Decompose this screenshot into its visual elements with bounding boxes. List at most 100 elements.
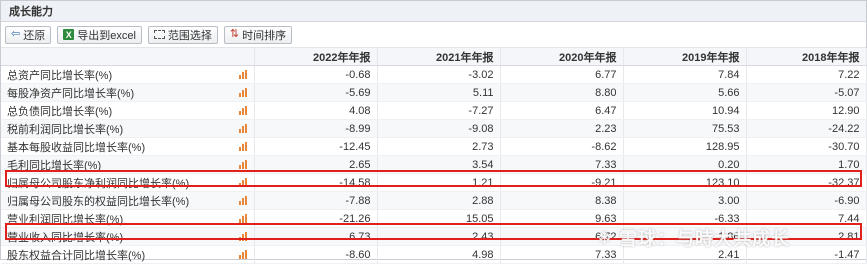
value-cell: -8.60 xyxy=(254,245,378,264)
value-cell: 3.00 xyxy=(623,191,747,210)
value-cell: 4.08 xyxy=(254,101,378,120)
row-label-cell: 营业收入同比增长率(%) xyxy=(1,227,255,246)
bar-chart-icon[interactable] xyxy=(238,124,249,133)
toolbar: ⇦ 还原 X 导出到excel 范围选择 ⇅ 时间排序 xyxy=(1,22,866,48)
range-select-icon xyxy=(153,30,165,39)
bar-chart-icon[interactable] xyxy=(238,214,249,223)
table-row: 每股净资产同比增长率(%) -5.69 5.11 8.80 5.66 -5.07 xyxy=(1,83,867,102)
value-cell: -30.70 xyxy=(746,137,867,156)
table-row: 毛利同比增长率(%) 2.65 3.54 7.33 0.20 1.70 xyxy=(1,155,867,174)
row-label: 总资产同比增长率(%) xyxy=(7,69,113,82)
table-row: 税前利润同比增长率(%) -8.99 -9.08 2.23 75.53 -24.22 xyxy=(1,119,867,138)
value-cell: -8.62 xyxy=(500,137,624,156)
value-cell: 6.47 xyxy=(500,101,624,120)
value-cell: 123.10 xyxy=(623,173,747,192)
value-cell: 10.94 xyxy=(623,101,747,120)
watermark-text: 雪球：与時大共成长 xyxy=(619,229,791,249)
row-label: 每股净资产同比增长率(%) xyxy=(7,87,135,100)
row-label: 毛利同比增长率(%) xyxy=(7,159,102,172)
row-label-cell: 营业利润同比增长率(%) xyxy=(1,209,255,228)
table-row: 归属母公司股东的权益同比增长率(%) -7.88 2.88 8.38 3.00 -6.90 xyxy=(1,191,867,210)
bar-chart-icon[interactable] xyxy=(238,232,249,241)
bar-chart-icon[interactable] xyxy=(238,142,249,151)
bar-chart-icon[interactable] xyxy=(238,70,249,79)
row-label-cell: 税前利润同比增长率(%) xyxy=(1,119,255,138)
row-label: 营业利润同比增长率(%) xyxy=(7,213,124,226)
value-cell: -5.69 xyxy=(254,83,378,102)
header-label-cell xyxy=(1,48,255,66)
value-cell: 4.98 xyxy=(377,245,501,264)
sort-button-label: 时间排序 xyxy=(242,29,287,42)
row-label: 归属母公司股东净利润同比增长率(%) xyxy=(7,177,190,190)
value-cell: -24.22 xyxy=(746,119,867,138)
value-cell: 75.53 xyxy=(623,119,747,138)
value-cell: 5.66 xyxy=(623,83,747,102)
value-cell: 7.22 xyxy=(746,65,867,84)
range-select-button[interactable]: 范围选择 xyxy=(147,25,218,44)
row-label: 税前利润同比增长率(%) xyxy=(7,123,124,136)
bar-chart-icon[interactable] xyxy=(238,178,249,187)
time-sort-button[interactable]: ⇅ 时间排序 xyxy=(223,25,293,44)
value-cell: -7.88 xyxy=(254,191,378,210)
bar-chart-icon[interactable] xyxy=(238,160,249,169)
value-cell: 1.70 xyxy=(746,155,867,174)
value-cell: 15.05 xyxy=(377,209,501,228)
export-button-label: 导出到excel xyxy=(77,29,136,42)
value-cell: 5.11 xyxy=(377,83,501,102)
value-cell: 2.73 xyxy=(377,137,501,156)
row-label-cell: 总负债同比增长率(%) xyxy=(1,101,255,120)
value-cell: 2.43 xyxy=(377,227,501,246)
back-arrow-icon: ⇦ xyxy=(11,28,21,40)
bar-chart-icon[interactable] xyxy=(238,196,249,205)
value-cell: 6.73 xyxy=(254,227,378,246)
row-label: 营业收入同比增长率(%) xyxy=(7,231,124,244)
row-label-cell: 归属母公司股东净利润同比增长率(%) xyxy=(1,173,255,192)
value-cell: -7.27 xyxy=(377,101,501,120)
value-cell: 8.38 xyxy=(500,191,624,210)
bar-chart-icon[interactable] xyxy=(238,106,249,115)
value-cell: -21.26 xyxy=(254,209,378,228)
row-label-cell: 总资产同比增长率(%) xyxy=(1,65,255,84)
value-cell: 2.88 xyxy=(377,191,501,210)
header-year-2021[interactable]: 2021年年报 xyxy=(377,48,501,66)
value-cell: 3.54 xyxy=(377,155,501,174)
value-cell: -8.99 xyxy=(254,119,378,138)
bar-chart-icon[interactable] xyxy=(238,250,249,259)
header-year-2018[interactable]: 2018年年报 xyxy=(746,48,867,66)
sort-icon: ⇅ xyxy=(229,28,240,40)
row-label-cell: 基本每股收益同比增长率(%) xyxy=(1,137,255,156)
row-label: 基本每股收益同比增长率(%) xyxy=(7,141,146,154)
value-cell: 12.90 xyxy=(746,101,867,120)
value-cell: 8.80 xyxy=(500,83,624,102)
value-cell: 6.77 xyxy=(500,65,624,84)
excel-icon: X xyxy=(63,29,75,40)
back-button[interactable]: ⇦ 还原 xyxy=(5,25,52,44)
row-label: 归属母公司股东的权益同比增长率(%) xyxy=(7,195,190,208)
value-cell: -3.02 xyxy=(377,65,501,84)
growth-capability-panel: 成长能力 ⇦ 还原 X 导出到excel 范围选择 ⇅ 时间排序 2022年年报 xyxy=(0,0,867,264)
value-cell: -5.07 xyxy=(746,83,867,102)
export-excel-button[interactable]: X 导出到excel xyxy=(57,25,142,44)
value-cell: 128.95 xyxy=(623,137,747,156)
table-row: 总负债同比增长率(%) 4.08 -7.27 6.47 10.94 12.90 xyxy=(1,101,867,120)
value-cell: -14.58 xyxy=(254,173,378,192)
value-cell: 1.21 xyxy=(377,173,501,192)
row-label-cell: 归属母公司股东的权益同比增长率(%) xyxy=(1,191,255,210)
table-row: 归属母公司股东净利润同比增长率(%) -14.58 1.21 -9.21 123.10-… xyxy=(1,173,867,192)
value-cell: -9.21 xyxy=(500,173,624,192)
row-label: 总负债同比增长率(%) xyxy=(7,105,113,118)
panel-title: 成长能力 xyxy=(1,1,866,22)
bar-chart-icon[interactable] xyxy=(238,88,249,97)
header-year-2019[interactable]: 2019年年报 xyxy=(623,48,747,66)
header-year-2022[interactable]: 2022年年报 xyxy=(254,48,378,66)
value-cell: 0.20 xyxy=(623,155,747,174)
row-label-cell: 毛利同比增长率(%) xyxy=(1,155,255,174)
value-cell: -12.45 xyxy=(254,137,378,156)
value-cell: -0.68 xyxy=(254,65,378,84)
range-button-label: 范围选择 xyxy=(167,29,212,42)
table-row: 基本每股收益同比增长率(%) -12.45 2.73 -8.62 128.95 -30.7… xyxy=(1,137,867,156)
header-year-2020[interactable]: 2020年年报 xyxy=(500,48,624,66)
back-button-label: 还原 xyxy=(23,29,46,42)
value-cell: 2.23 xyxy=(500,119,624,138)
table-row: 总资产同比增长率(%) -0.68 -3.02 6.77 7.84 7.22 xyxy=(1,65,867,84)
